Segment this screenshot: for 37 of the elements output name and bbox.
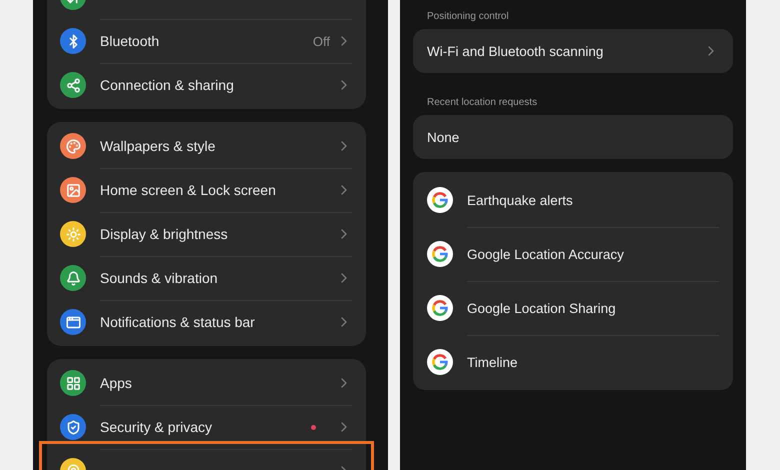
- item-label: Security & privacy: [100, 419, 214, 435]
- settings-item[interactable]: None: [413, 115, 733, 159]
- settings-item[interactable]: Home screen & Lock screen: [47, 168, 366, 212]
- service-item[interactable]: Earthquake alerts: [413, 173, 733, 227]
- multicolor-g-icon: [427, 187, 453, 213]
- settings-item[interactable]: Bluetooth Off: [47, 19, 366, 63]
- item-label: Home screen & Lock screen: [100, 182, 277, 198]
- multicolor-g-icon: [427, 349, 453, 375]
- service-item[interactable]: Google Location Accuracy: [413, 227, 733, 281]
- settings-item[interactable]: Connection & sharing: [47, 63, 366, 107]
- item-label: Display & brightness: [100, 226, 229, 242]
- service-item[interactable]: Timeline: [413, 335, 733, 389]
- item-label: Timeline: [467, 354, 519, 370]
- multicolor-g-icon: [427, 295, 453, 321]
- settings-item[interactable]: Display & brightness: [47, 212, 366, 256]
- item-label: Apps: [100, 375, 133, 391]
- settings-item[interactable]: Wi-Fi and Bluetooth scanning: [413, 29, 733, 73]
- item-label: None: [427, 130, 460, 144]
- settings-item[interactable]: Apps: [47, 361, 366, 405]
- item-label: Sounds & vibration: [100, 270, 219, 286]
- multicolor-g-icon: [427, 241, 453, 267]
- section-heading: Positioning control: [426, 10, 510, 24]
- settings-item[interactable]: Notifications & status bar: [47, 300, 366, 344]
- section-heading: Recent location requests: [426, 96, 538, 110]
- item-label: Wi-Fi and Bluetooth scanning: [427, 44, 604, 58]
- item-label: Google Location Accuracy: [467, 246, 625, 262]
- item-label: Connection & sharing: [100, 77, 235, 93]
- settings-item[interactable]: Wallpapers & style: [47, 124, 366, 168]
- item-label: Bluetooth: [100, 33, 160, 49]
- item-value: Off: [312, 34, 330, 48]
- service-item[interactable]: Google Location Sharing: [413, 281, 733, 335]
- item-label: Notifications & status bar: [100, 314, 256, 330]
- item-label: Earthquake alerts: [467, 192, 574, 208]
- item-label: Google Location Sharing: [467, 300, 617, 316]
- settings-item[interactable]: Security & privacy: [47, 405, 366, 449]
- settings-item[interactable]: Sounds & vibration: [47, 256, 366, 300]
- item-label: Wallpapers & style: [100, 138, 216, 154]
